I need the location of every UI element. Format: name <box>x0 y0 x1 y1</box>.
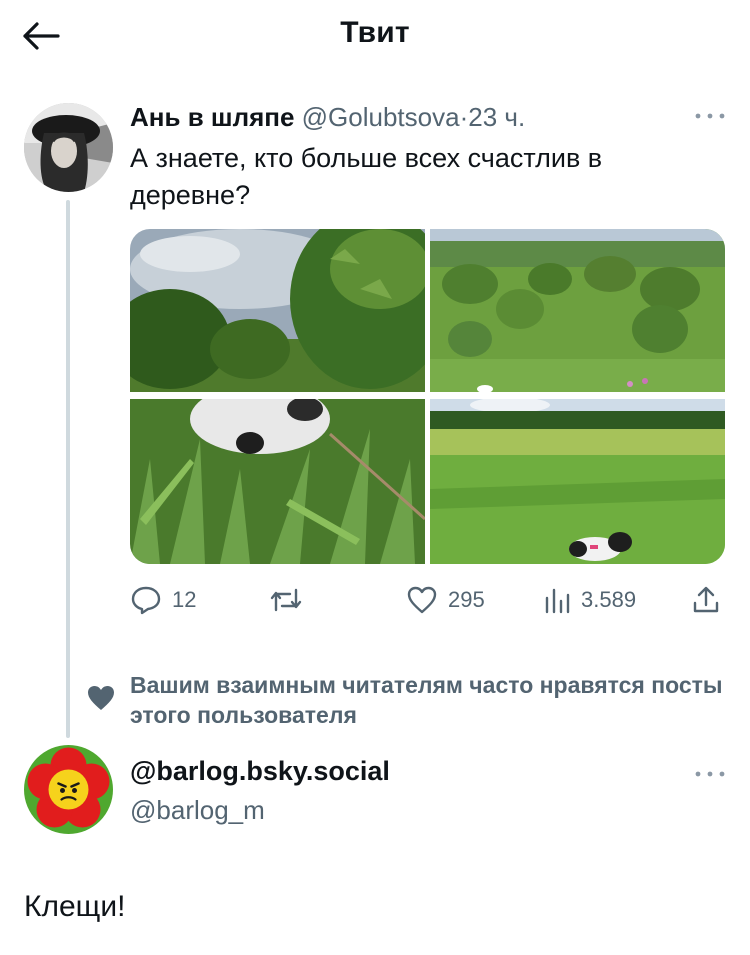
heart-icon <box>88 686 114 710</box>
suggested-user-avatar[interactable] <box>24 745 113 834</box>
views-button[interactable]: 3.589 <box>543 582 636 618</box>
reply-count: 12 <box>172 587 197 612</box>
views-bar-chart-icon <box>545 588 570 614</box>
tweet-photo-3[interactable] <box>130 399 425 564</box>
tweet-media-grid <box>130 229 725 564</box>
top-bar: Твит <box>0 0 750 72</box>
recommendation-text: Вашим взаимным читателям часто нравятся … <box>130 672 723 728</box>
tweet-action-bar: 12 295 3.589 <box>0 582 750 618</box>
page-title: Твит <box>340 16 410 49</box>
tweet-photo-4[interactable] <box>430 399 725 564</box>
suggested-user-handle[interactable]: @barlog_m <box>130 795 265 826</box>
author-handle[interactable]: @Golubtsova <box>302 102 460 132</box>
share-upload-icon <box>693 586 719 613</box>
reply-button[interactable]: 12 <box>130 582 196 618</box>
like-button[interactable]: 295 <box>406 582 485 618</box>
thread-connector-line <box>66 200 70 738</box>
reply-bubble-icon <box>131 586 161 615</box>
like-count: 295 <box>448 587 485 612</box>
more-dots-icon <box>695 771 725 777</box>
tweet-header: Ань в шляпе @Golubtsova·23 ч. <box>130 102 525 133</box>
tweet-photo-1[interactable] <box>130 229 425 392</box>
reply-text: Клещи! <box>24 890 126 923</box>
suggested-user-name[interactable]: @barlog.bsky.social <box>130 756 390 787</box>
tweet-time[interactable]: 23 ч. <box>468 102 525 132</box>
retweet-button[interactable] <box>268 582 314 618</box>
author-avatar[interactable] <box>24 103 113 192</box>
tweet-text: А знаете, кто больше всех счастлив в дер… <box>130 143 603 210</box>
views-count: 3.589 <box>581 587 637 612</box>
heart-outline-icon <box>407 586 437 614</box>
author-name[interactable]: Ань в шляпе <box>130 102 294 132</box>
more-options-button[interactable] <box>692 104 728 128</box>
retweet-icon <box>270 588 302 612</box>
share-button[interactable] <box>691 582 721 618</box>
tweet-photo-2[interactable] <box>430 229 725 392</box>
more-dots-icon <box>695 113 725 119</box>
more-options-button-2[interactable] <box>692 762 728 786</box>
separator-dot: · <box>459 102 469 132</box>
